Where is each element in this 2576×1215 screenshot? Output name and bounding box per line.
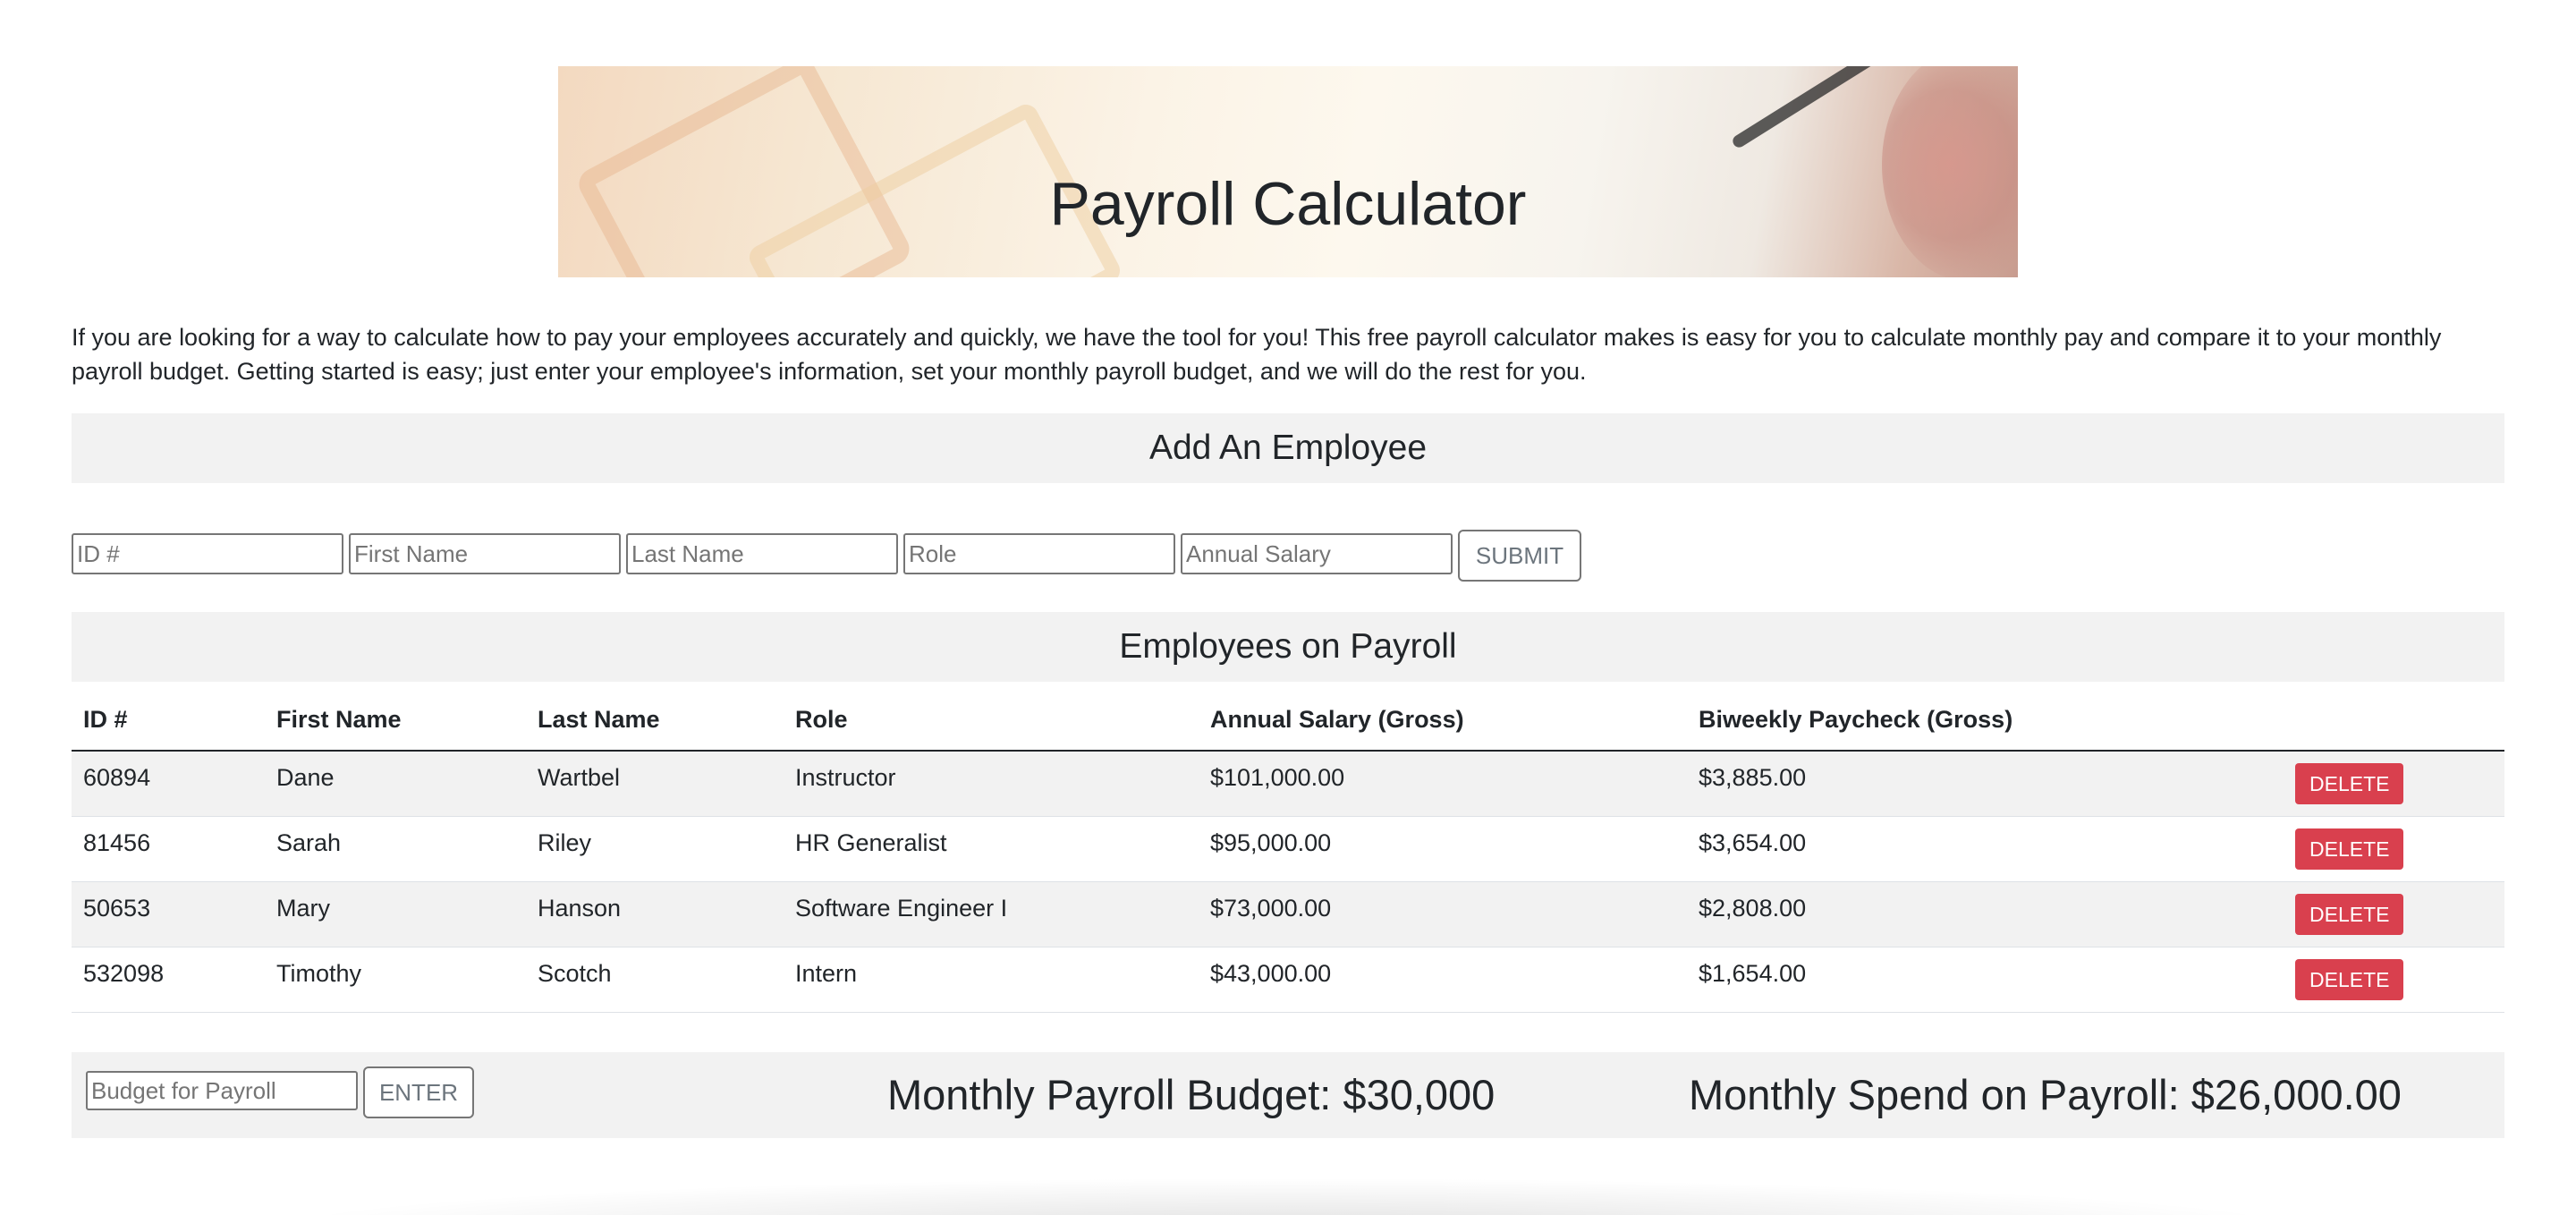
delete-button[interactable]: DELETE bbox=[2295, 828, 2404, 870]
cell-first-name: Dane bbox=[265, 751, 526, 817]
cell-annual-salary: $43,000.00 bbox=[1199, 947, 1687, 1013]
cell-id: 81456 bbox=[72, 816, 265, 882]
monthly-spend-display: Monthly Spend on Payroll: $26,000.00 bbox=[1689, 1071, 2402, 1118]
delete-button[interactable]: DELETE bbox=[2295, 958, 2404, 1000]
cell-last-name: Riley bbox=[526, 816, 784, 882]
budget-input[interactable] bbox=[86, 1071, 358, 1110]
cell-last-name: Hanson bbox=[526, 881, 784, 947]
employees-table: ID # First Name Last Name Role Annual Sa… bbox=[72, 689, 2504, 1013]
last-name-input[interactable] bbox=[626, 533, 898, 574]
bottom-shadow bbox=[250, 1177, 2326, 1215]
cell-biweekly-paycheck: $3,885.00 bbox=[1687, 751, 2284, 817]
cell-annual-salary: $73,000.00 bbox=[1199, 881, 1687, 947]
header-banner: Payroll Calculator bbox=[558, 66, 2018, 277]
cell-id: 50653 bbox=[72, 881, 265, 947]
first-name-input[interactable] bbox=[349, 533, 621, 574]
column-header-role: Role bbox=[784, 689, 1199, 752]
cell-biweekly-paycheck: $3,654.00 bbox=[1687, 816, 2284, 882]
add-employee-heading: Add An Employee bbox=[72, 413, 2504, 483]
table-header-row: ID # First Name Last Name Role Annual Sa… bbox=[72, 689, 2504, 752]
cell-actions: DELETE bbox=[2284, 881, 2504, 947]
cell-first-name: Timothy bbox=[265, 947, 526, 1013]
column-header-last-name: Last Name bbox=[526, 689, 784, 752]
table-row: 81456 Sarah Riley HR Generalist $95,000.… bbox=[72, 816, 2504, 882]
cell-role: Intern bbox=[784, 947, 1199, 1013]
cell-annual-salary: $95,000.00 bbox=[1199, 816, 1687, 882]
page-title: Payroll Calculator bbox=[1049, 170, 1527, 238]
column-header-biweekly-paycheck: Biweekly Paycheck (Gross) bbox=[1687, 689, 2284, 752]
banner-pen-image bbox=[1730, 66, 1882, 150]
table-row: 60894 Dane Wartbel Instructor $101,000.0… bbox=[72, 751, 2504, 817]
column-header-annual-salary: Annual Salary (Gross) bbox=[1199, 689, 1687, 752]
column-header-id: ID # bbox=[72, 689, 265, 752]
cell-id: 532098 bbox=[72, 947, 265, 1013]
page: Payroll Calculator If you are looking fo… bbox=[0, 0, 2576, 1215]
employees-heading: Employees on Payroll bbox=[72, 612, 2504, 682]
cell-last-name: Scotch bbox=[526, 947, 784, 1013]
cell-actions: DELETE bbox=[2284, 947, 2504, 1013]
column-header-actions bbox=[2284, 689, 2504, 752]
employee-id-input[interactable] bbox=[72, 533, 343, 574]
intro-paragraph: If you are looking for a way to calculat… bbox=[72, 324, 2442, 385]
role-input[interactable] bbox=[903, 533, 1175, 574]
table-row: 50653 Mary Hanson Software Engineer I $7… bbox=[72, 881, 2504, 947]
cell-biweekly-paycheck: $2,808.00 bbox=[1687, 881, 2284, 947]
cell-first-name: Sarah bbox=[265, 816, 526, 882]
enter-button[interactable]: ENTER bbox=[363, 1066, 474, 1118]
delete-button[interactable]: DELETE bbox=[2295, 763, 2404, 804]
annual-salary-input[interactable] bbox=[1181, 533, 1453, 574]
delete-button[interactable]: DELETE bbox=[2295, 893, 2404, 935]
cell-id: 60894 bbox=[72, 751, 265, 817]
submit-button[interactable]: SUBMIT bbox=[1458, 530, 1581, 582]
cell-role: Instructor bbox=[784, 751, 1199, 817]
cell-actions: DELETE bbox=[2284, 816, 2504, 882]
column-header-first-name: First Name bbox=[265, 689, 526, 752]
cell-role: Software Engineer I bbox=[784, 881, 1199, 947]
monthly-budget-display: Monthly Payroll Budget: $30,000 bbox=[887, 1071, 1496, 1118]
cell-last-name: Wartbel bbox=[526, 751, 784, 817]
cell-biweekly-paycheck: $1,654.00 bbox=[1687, 947, 2284, 1013]
table-row: 532098 Timothy Scotch Intern $43,000.00 … bbox=[72, 947, 2504, 1013]
cell-annual-salary: $101,000.00 bbox=[1199, 751, 1687, 817]
cell-actions: DELETE bbox=[2284, 751, 2504, 817]
budget-bar: ENTER Monthly Payroll Budget: $30,000 Mo… bbox=[72, 1052, 2504, 1138]
cell-first-name: Mary bbox=[265, 881, 526, 947]
cell-role: HR Generalist bbox=[784, 816, 1199, 882]
